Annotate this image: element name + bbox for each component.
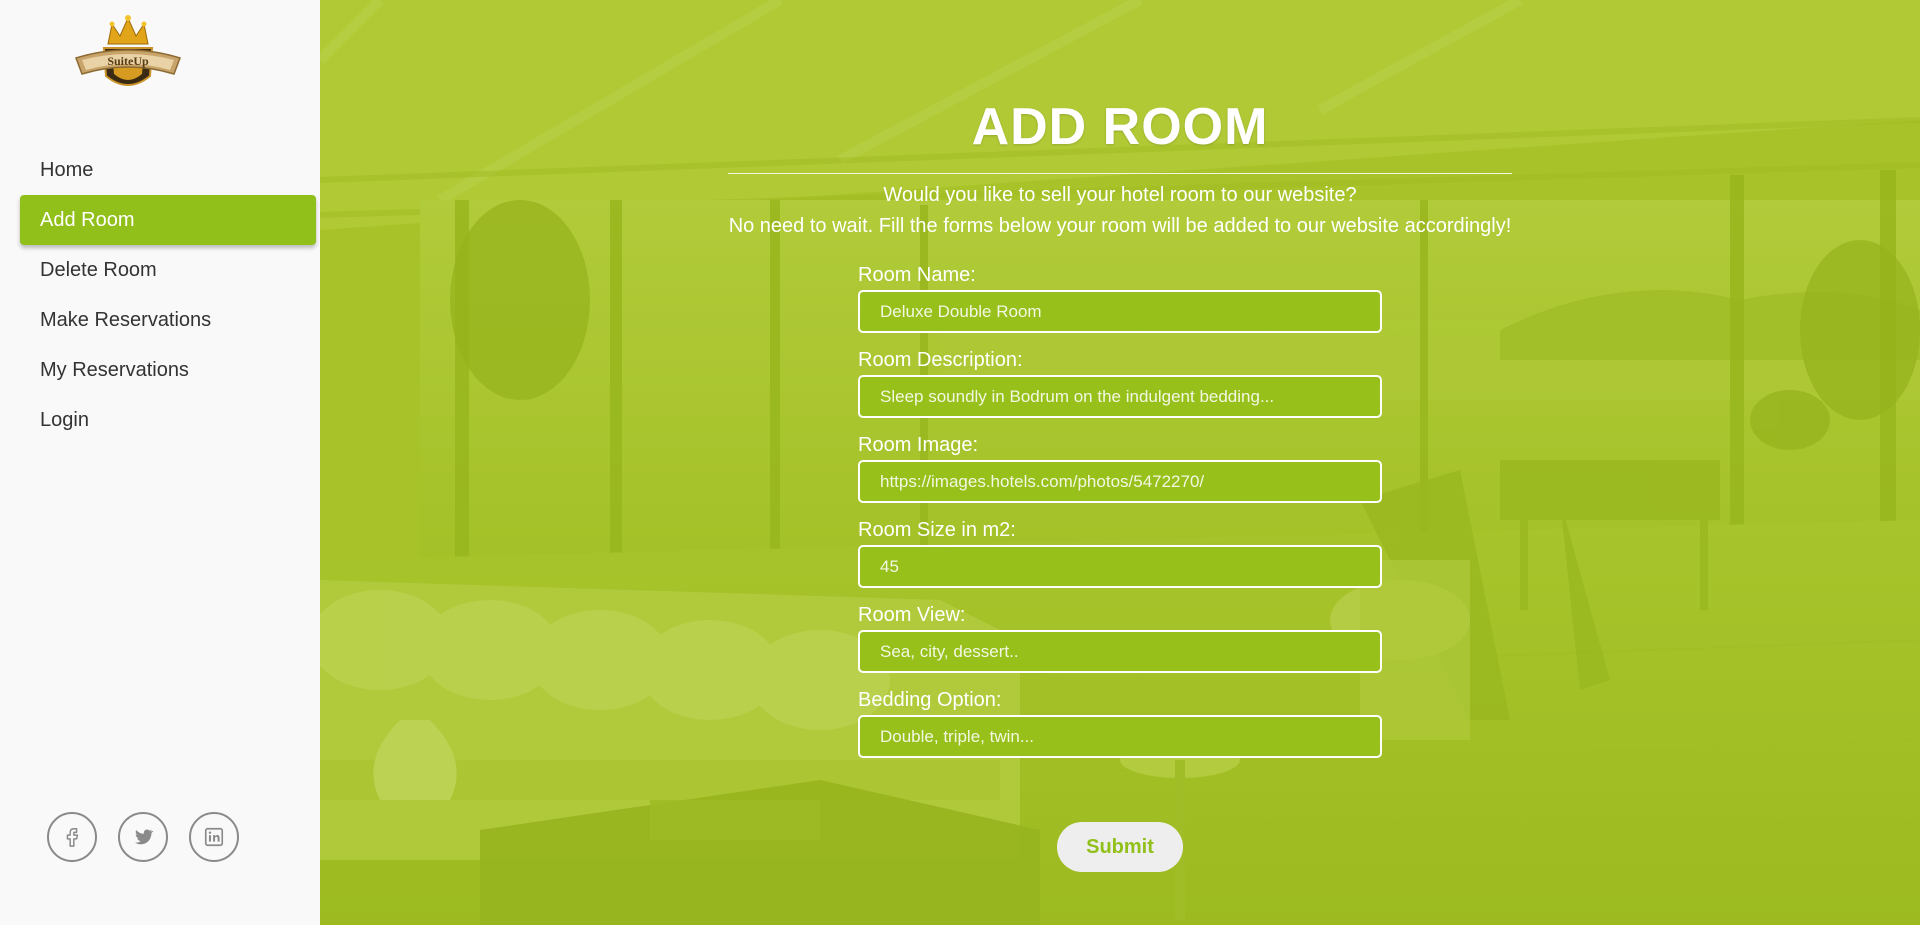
page-title: ADD ROOM xyxy=(971,98,1269,156)
bedding-option-input[interactable] xyxy=(858,715,1382,758)
twitter-icon xyxy=(135,829,154,845)
sidebar-item-make-reservations[interactable]: Make Reservations xyxy=(20,295,316,345)
sidebar-item-delete-room[interactable]: Delete Room xyxy=(20,245,316,295)
facebook-button[interactable] xyxy=(47,812,97,862)
room-size-input[interactable] xyxy=(858,545,1382,588)
logo-text: SuiteUp xyxy=(107,54,149,68)
room-name-input[interactable] xyxy=(858,290,1382,333)
facebook-icon xyxy=(66,828,79,847)
room-description-field: Room Description: xyxy=(858,349,1382,418)
room-size-label: Room Size in m2: xyxy=(858,519,1016,541)
sidebar-item-login[interactable]: Login xyxy=(20,395,316,445)
sidebar-item-home[interactable]: Home xyxy=(20,145,316,195)
add-room-panel: ADD ROOM Would you like to sell your hot… xyxy=(320,0,1920,925)
room-view-field: Room View: xyxy=(858,604,1382,673)
sidebar: SuiteUp Home Add Room Delete Room Make R… xyxy=(0,0,320,925)
room-description-input[interactable] xyxy=(858,375,1382,418)
add-room-form: Room Name: Room Description: Room Image:… xyxy=(858,264,1382,774)
social-links xyxy=(47,812,239,862)
room-description-label: Room Description: xyxy=(858,349,1023,371)
room-name-field: Room Name: xyxy=(858,264,1382,333)
app: SuiteUp Home Add Room Delete Room Make R… xyxy=(0,0,1920,925)
main-content: ADD ROOM Would you like to sell your hot… xyxy=(320,0,1920,925)
suiteup-logo[interactable]: SuiteUp xyxy=(70,14,186,96)
linkedin-icon xyxy=(204,827,224,847)
room-view-label: Room View: xyxy=(858,604,966,626)
room-image-field: Room Image: xyxy=(858,434,1382,503)
sidebar-item-my-reservations[interactable]: My Reservations xyxy=(20,345,316,395)
submit-button[interactable]: Submit xyxy=(1057,822,1183,872)
title-divider xyxy=(728,173,1512,174)
bedding-option-label: Bedding Option: xyxy=(858,689,1002,711)
intro-text-line1: Would you like to sell your hotel room t… xyxy=(883,184,1357,206)
sidebar-item-add-room[interactable]: Add Room xyxy=(20,195,316,245)
room-view-input[interactable] xyxy=(858,630,1382,673)
linkedin-button[interactable] xyxy=(189,812,239,862)
intro-text-line2: No need to wait. Fill the forms below yo… xyxy=(728,215,1512,237)
room-name-label: Room Name: xyxy=(858,264,976,286)
room-size-field: Room Size in m2: xyxy=(858,519,1382,588)
twitter-button[interactable] xyxy=(118,812,168,862)
room-image-label: Room Image: xyxy=(858,434,979,456)
bedding-option-field: Bedding Option: xyxy=(858,689,1382,758)
sidebar-nav: Home Add Room Delete Room Make Reservati… xyxy=(20,145,316,445)
room-image-input[interactable] xyxy=(858,460,1382,503)
